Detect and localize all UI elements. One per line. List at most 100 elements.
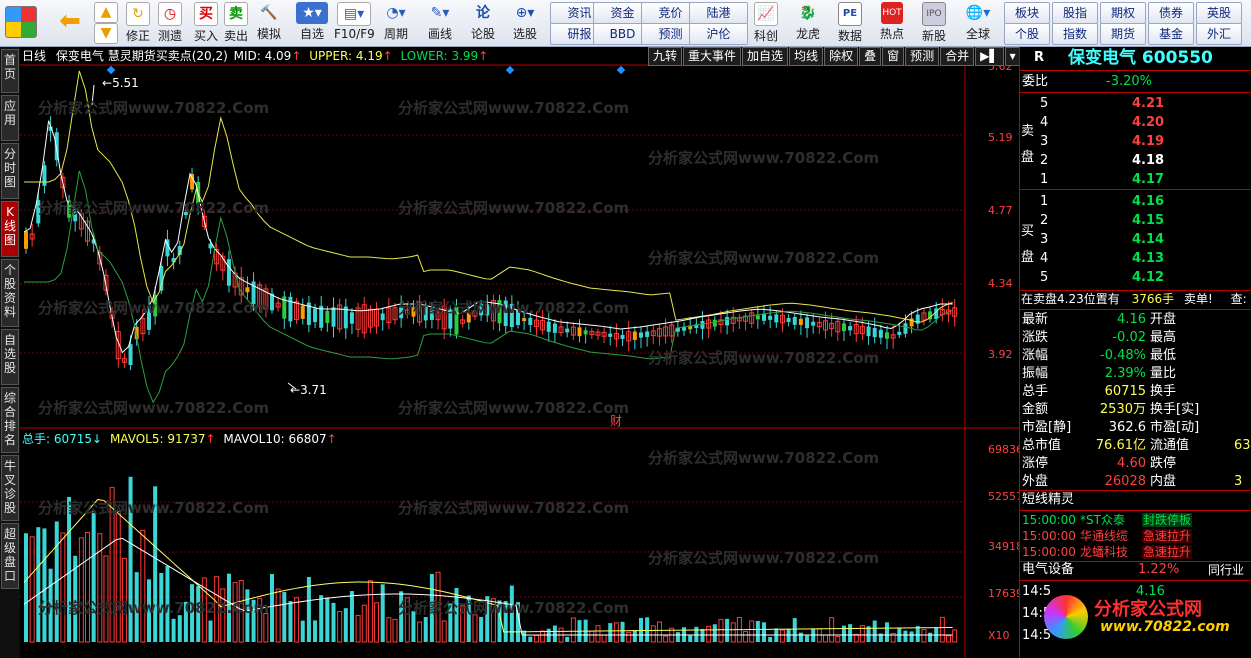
tab-super-quote[interactable]: 超级盘口: [1, 523, 19, 589]
stat-label: 涨幅: [1022, 348, 1049, 363]
expand-icon[interactable]: ▶▌: [975, 47, 1004, 66]
volume-bar: [798, 632, 803, 642]
tab-home[interactable]: 首页: [1, 49, 19, 93]
candle-body: [380, 313, 385, 321]
btn-ma[interactable]: 均线: [789, 47, 824, 66]
volume-bar: [688, 635, 693, 642]
candle-body: [848, 326, 853, 331]
toolbar-btn-2[interactable]: ↻ 修正: [123, 2, 153, 44]
btn-major-events[interactable]: 重大事件: [683, 47, 742, 66]
tab-kline[interactable]: K线图: [1, 201, 19, 257]
discuss-button[interactable]: 论论股: [465, 2, 501, 44]
watchlist-button[interactable]: ★▾ 自选: [292, 2, 332, 44]
sell-price[interactable]: 4.18: [1132, 152, 1164, 170]
home-button[interactable]: [4, 2, 38, 44]
rb-2[interactable]: 期货: [1100, 23, 1146, 45]
rt-4[interactable]: 英股: [1196, 2, 1242, 24]
volume-bar: [270, 574, 274, 642]
rb-3[interactable]: 基金: [1148, 23, 1194, 45]
tab-apps[interactable]: 应用: [1, 95, 19, 141]
tab-watchlist[interactable]: 自选股: [1, 329, 19, 385]
hotspot-button[interactable]: HOT 热点: [874, 2, 910, 44]
rb-4[interactable]: 外汇: [1196, 23, 1242, 45]
sell-level: 5: [1040, 96, 1049, 111]
sell-button[interactable]: 卖卖出: [222, 2, 250, 44]
short-title[interactable]: 短线精灵: [1022, 491, 1074, 509]
volume-bar: [620, 621, 625, 642]
candle-body: [313, 308, 318, 323]
rt-2[interactable]: 期权: [1100, 2, 1146, 24]
short-time: 15:00:00: [1022, 545, 1076, 559]
industry-name[interactable]: 电气设备: [1022, 561, 1074, 579]
buy-price[interactable]: 4.14: [1132, 231, 1164, 249]
candle-body: [528, 318, 533, 325]
btn-exright[interactable]: 除权: [824, 47, 859, 66]
rt-0[interactable]: 板块: [1004, 2, 1050, 24]
toolbar-btn-3[interactable]: ◷ 测遗: [155, 2, 185, 44]
watermark: 分析家公式网www.70822.Com: [38, 299, 270, 317]
f10-button[interactable]: ▤▾ F10/F9: [334, 2, 375, 44]
ipo-button[interactable]: IPO 新股: [916, 2, 952, 44]
sq-top-3[interactable]: 陆港: [689, 2, 748, 24]
buy-price[interactable]: 4.15: [1132, 212, 1164, 230]
btn-jiuzhuan[interactable]: 九转: [648, 47, 683, 66]
volume-bar: [533, 634, 539, 643]
kline-chart-area[interactable]: 分析家公式网www.70822.Com 分析家公式网www.70822.Com …: [20, 47, 1023, 658]
tab-ranking[interactable]: 综合排名: [1, 387, 19, 453]
btn-add-watch[interactable]: 加自选: [742, 47, 789, 66]
sell-price[interactable]: 4.19: [1132, 133, 1164, 151]
rb-0[interactable]: 个股: [1004, 23, 1050, 45]
period-button[interactable]: ◔▾ 周期: [376, 2, 416, 44]
watermark: 分析家公式网www.70822.Com: [398, 399, 630, 417]
sell-price[interactable]: 4.20: [1132, 114, 1164, 132]
candle-body: [583, 330, 588, 335]
candle-body: [331, 307, 336, 327]
scroll-buttons[interactable]: ▲ ▼: [94, 2, 118, 44]
volume-bar: [392, 618, 398, 643]
simulate-button[interactable]: 🔨 模拟: [252, 2, 286, 44]
event-marker-icon: [505, 65, 515, 75]
global-button[interactable]: 🌐▾ 全球: [958, 2, 998, 44]
arrow-up-icon: ▲: [94, 2, 118, 23]
tab-timeshare[interactable]: 分时图: [1, 143, 19, 199]
vol-tick: 52557: [988, 490, 1023, 503]
sell-price[interactable]: 4.17: [1132, 171, 1164, 189]
volume-bar: [140, 529, 146, 643]
buy-price[interactable]: 4.16: [1132, 193, 1164, 211]
volume-bar: [915, 626, 920, 642]
btn-overlay[interactable]: 叠: [859, 47, 882, 66]
kechuang-button[interactable]: 📈 科创: [748, 2, 784, 44]
stock-picker-button[interactable]: ⊕▾ 选股: [505, 2, 545, 44]
buy-price[interactable]: 4.12: [1132, 269, 1164, 287]
rt-1[interactable]: 股指: [1052, 2, 1098, 24]
buy-price[interactable]: 4.13: [1132, 250, 1164, 268]
rb-1[interactable]: 指数: [1052, 23, 1098, 45]
sq-bot-3[interactable]: 沪伦: [689, 23, 748, 45]
candle-body: [897, 331, 902, 335]
stat-label-right: 最高: [1150, 330, 1177, 345]
magnifier-chart-icon: ⊕▾: [515, 5, 535, 21]
data-button[interactable]: PE 数据: [832, 2, 868, 44]
rt-3[interactable]: 债券: [1148, 2, 1194, 24]
btn-window[interactable]: 窗: [882, 47, 905, 66]
volume-bar: [24, 533, 28, 642]
candle-body: [639, 332, 643, 338]
longhu-button[interactable]: 🐉 龙虎: [790, 2, 826, 44]
buy-button[interactable]: 买买入: [192, 2, 220, 44]
short-stock[interactable]: *ST众泰: [1080, 512, 1125, 528]
vol-tick: 17639: [988, 587, 1023, 600]
sell-price[interactable]: 4.21: [1132, 95, 1164, 113]
volume-bar: [885, 622, 889, 642]
btn-merge[interactable]: 合并: [940, 47, 975, 66]
btn-forecast[interactable]: 预测: [905, 47, 940, 66]
tab-diagnosis[interactable]: 牛叉诊股: [1, 455, 19, 521]
event-label[interactable]: 财: [610, 412, 622, 429]
short-stock[interactable]: 华通线缆: [1080, 528, 1128, 544]
industry-btn[interactable]: 同行业: [1208, 561, 1244, 579]
volume-bar: [921, 629, 927, 643]
back-button[interactable]: ⬅: [52, 2, 88, 44]
tab-profile[interactable]: 个股资料: [1, 259, 19, 327]
draw-line-button[interactable]: ✎▾ 画线: [420, 2, 460, 44]
short-stock[interactable]: 龙蟠科技: [1080, 544, 1128, 560]
short-event: 急速拉升: [1142, 529, 1192, 543]
